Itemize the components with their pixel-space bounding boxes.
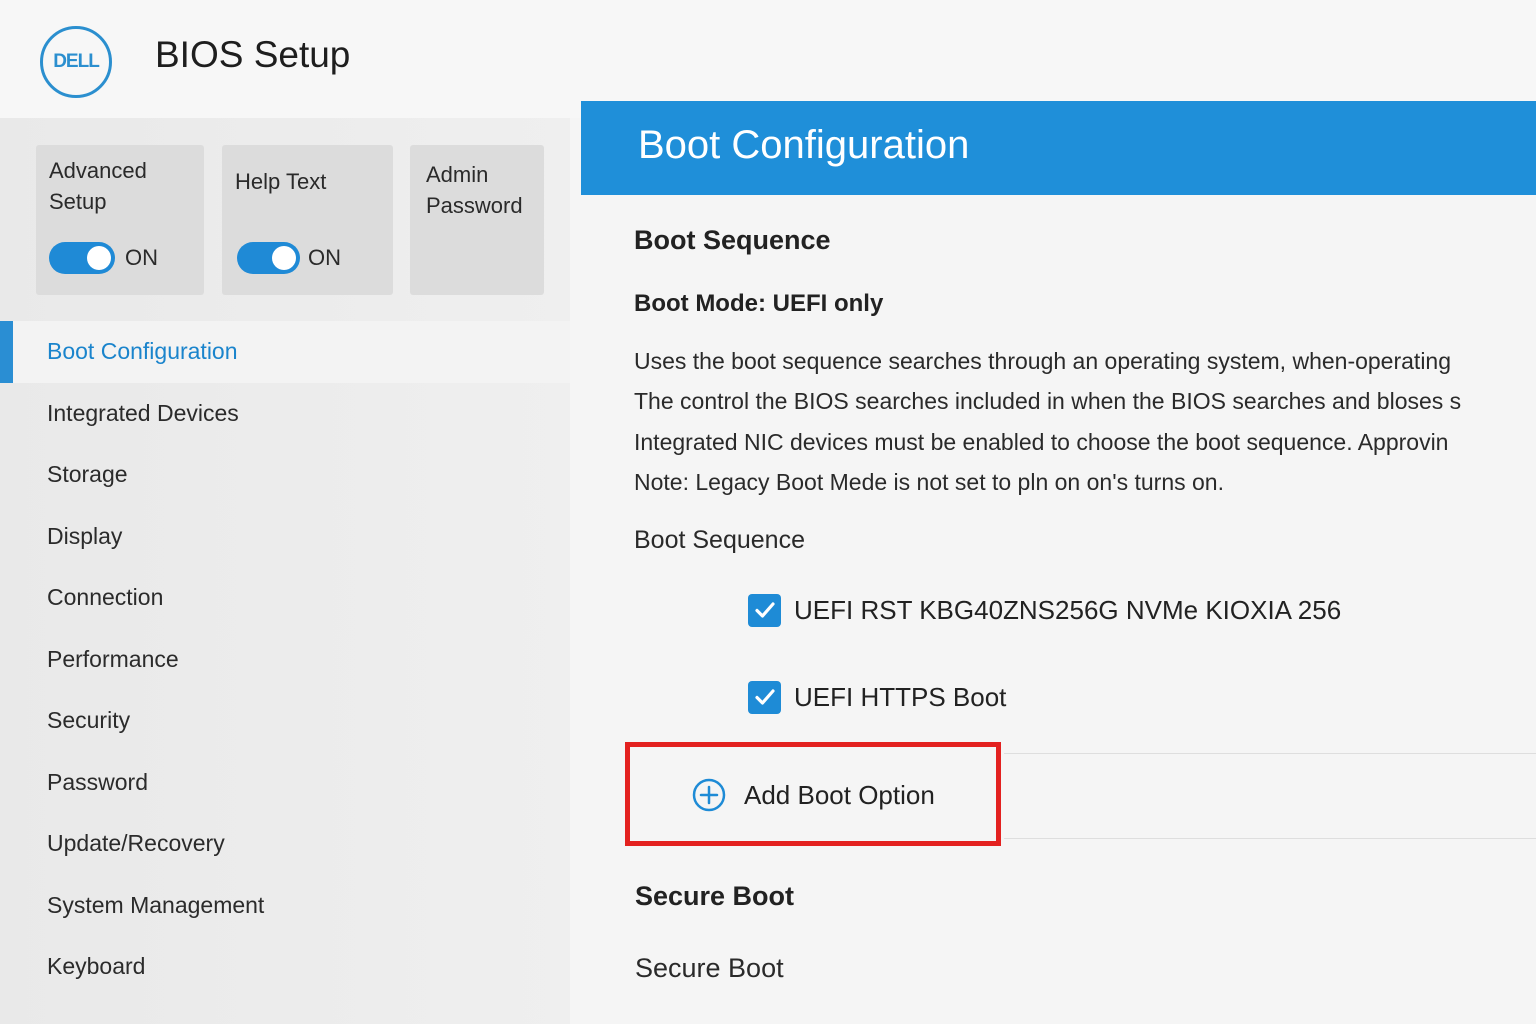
sidebar: Advanced Setup ON Help Text ON Admin Pas… [0, 118, 570, 1024]
toggle-knob [272, 246, 296, 270]
secure-boot-label: Secure Boot [635, 953, 784, 983]
description-line: Note: Legacy Boot Mede is not set to pln… [634, 468, 1224, 495]
help-text-label: Help Text [235, 169, 327, 194]
boot-sequence-description: Uses the boot sequence searches through … [634, 341, 1536, 502]
add-boot-option-label: Add Boot Option [744, 780, 935, 810]
sidebar-item-performance[interactable]: Performance [0, 629, 570, 691]
toggle-knob [87, 246, 111, 270]
checkmark-icon [754, 602, 775, 618]
advanced-setup-toggle[interactable] [49, 242, 115, 274]
page-banner: Boot Configuration [581, 101, 1536, 195]
boot-mode-text: Boot Mode: UEFI only [634, 290, 884, 317]
sidebar-item-display[interactable]: Display [0, 506, 570, 568]
add-boot-option-button[interactable]: Add Boot Option [625, 742, 1001, 846]
sidebar-item-boot-configuration[interactable]: Boot Configuration [0, 321, 570, 383]
boot-sequence-heading: Boot Sequence [634, 225, 831, 255]
sidebar-nav: Boot Configuration Integrated Devices St… [0, 321, 570, 998]
boot-sequence-label: Boot Sequence [634, 526, 805, 554]
description-line: Uses the boot sequence searches through … [634, 348, 1452, 374]
checkmark-icon [754, 689, 775, 705]
sidebar-item-system-management[interactable]: System Management [0, 875, 570, 937]
advanced-setup-state: ON [125, 245, 158, 270]
boot-option-nvme[interactable]: UEFI RST KBG40ZNS256G NVMe KIOXIA 256 [748, 592, 1341, 628]
main-panel: Boot Configuration Boot Sequence Boot Mo… [581, 101, 1536, 1024]
help-text-state: ON [308, 245, 341, 270]
advanced-setup-label: Advanced Setup [49, 158, 147, 214]
plus-circle-icon [692, 778, 726, 812]
divider [1004, 753, 1536, 754]
sidebar-item-update-recovery[interactable]: Update/Recovery [0, 813, 570, 875]
admin-password-tile[interactable]: Admin Password [410, 145, 544, 295]
sidebar-item-security[interactable]: Security [0, 690, 570, 752]
checkbox-checked[interactable] [748, 593, 781, 627]
boot-option-https[interactable]: UEFI HTTPS Boot [748, 679, 1006, 715]
sidebar-item-storage[interactable]: Storage [0, 444, 570, 506]
page-title: Boot Configuration [638, 123, 970, 167]
help-text-toggle[interactable] [237, 242, 300, 274]
secure-boot-heading: Secure Boot [635, 881, 795, 911]
sidebar-item-integrated-devices[interactable]: Integrated Devices [0, 383, 570, 445]
admin-password-label: Admin Password [426, 162, 523, 218]
advanced-setup-tile: Advanced Setup ON [36, 145, 204, 295]
app-title: BIOS Setup [155, 34, 351, 75]
description-line: The control the BIOS searches included i… [634, 388, 1462, 415]
help-text-tile: Help Text ON [222, 145, 393, 295]
checkbox-checked[interactable] [748, 680, 781, 714]
boot-option-label: UEFI HTTPS Boot [794, 681, 1007, 712]
boot-option-label: UEFI RST KBG40ZNS256G NVMe KIOXIA 256 [794, 594, 1342, 625]
sidebar-item-keyboard[interactable]: Keyboard [0, 936, 570, 998]
dell-logo: DELL [40, 26, 112, 98]
bios-setup-window: DELL BIOS Setup Advanced Setup ON Help T… [0, 0, 1536, 1024]
divider [1004, 838, 1536, 839]
description-line: Integrated NIC devices must be enabled t… [634, 428, 1449, 455]
sidebar-item-password[interactable]: Password [0, 752, 570, 814]
sidebar-item-connection[interactable]: Connection [0, 567, 570, 629]
